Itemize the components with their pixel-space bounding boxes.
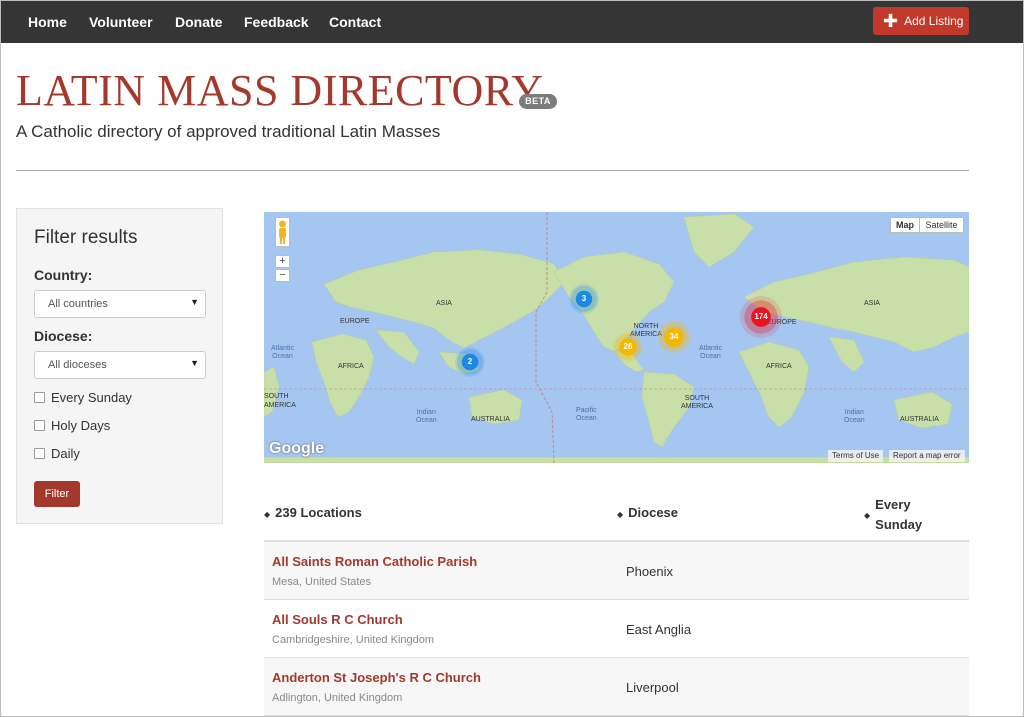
checkbox-label: Holy Days xyxy=(51,418,111,433)
map-label: Atlantic Ocean xyxy=(699,345,722,360)
page-title: LATIN MASS DIRECTORY xyxy=(16,66,544,115)
country-select[interactable]: All countries ▼ xyxy=(34,290,206,318)
map-label: Indian Ocean xyxy=(416,409,437,424)
map-cluster-marker[interactable]: 34 xyxy=(657,320,691,354)
table-header: ◆ 239 Locations ◆ Diocese ◆ Every Sunday xyxy=(264,489,969,542)
checkbox-every-sunday[interactable]: Every Sunday xyxy=(34,390,132,405)
location-name-link[interactable]: All Saints Roman Catholic Parish xyxy=(272,554,477,569)
nav-volunteer[interactable]: Volunteer xyxy=(89,14,153,30)
filter-panel: Filter results Country: All countries ▼ … xyxy=(16,208,223,524)
map-cluster-marker[interactable]: 3 xyxy=(569,284,599,314)
page-frame: Home Volunteer Donate Feedback Contact ✚… xyxy=(0,0,1024,717)
map-terms-link[interactable]: Terms of Use xyxy=(828,450,884,462)
map-label: AFRICA xyxy=(766,363,792,370)
location-name-link[interactable]: All Souls R C Church xyxy=(272,612,403,627)
zoom-in-button[interactable]: + xyxy=(275,255,290,268)
column-header-label: Every Sunday xyxy=(875,497,923,532)
map-label: ASIA xyxy=(436,300,452,307)
map-label: AUSTRALIA xyxy=(471,416,510,423)
street-view-pegman[interactable] xyxy=(275,217,290,247)
map-label: Indian Ocean xyxy=(844,409,865,424)
map-label: AMERICA xyxy=(264,402,296,409)
filter-title: Filter results xyxy=(34,227,138,248)
location-address: Cambridgeshire, United Kingdom xyxy=(272,634,435,646)
map-cluster-marker[interactable]: 174 xyxy=(740,296,782,338)
zoom-out-button[interactable]: − xyxy=(275,269,290,282)
map-label: AFRICA xyxy=(338,363,364,370)
checkbox-label: Every Sunday xyxy=(51,390,132,405)
map-label: AUSTRALIA xyxy=(900,416,939,423)
column-header-every-sunday[interactable]: ◆ Every Sunday xyxy=(864,495,922,535)
header-divider xyxy=(16,170,969,171)
caret-down-icon: ▼ xyxy=(190,297,199,307)
column-header-diocese[interactable]: ◆ Diocese xyxy=(617,505,678,520)
table-row: All Souls R C Church Cambridgeshire, Uni… xyxy=(264,600,969,658)
beta-badge: BETA xyxy=(519,94,557,109)
location-name-link[interactable]: Anderton St Joseph's R C Church xyxy=(272,670,481,685)
checkbox-input[interactable] xyxy=(34,420,45,431)
map-label: EUROPE xyxy=(340,318,370,325)
column-header-label: Diocese xyxy=(628,505,679,520)
map-cluster-marker[interactable]: 26 xyxy=(613,332,643,362)
column-header-label: 239 Locations xyxy=(275,505,362,520)
checkbox-input[interactable] xyxy=(34,392,45,403)
world-map[interactable]: + − Map Satellite ASIA EUROPE AFRICA AUS… xyxy=(264,212,969,463)
country-label: Country: xyxy=(34,267,93,283)
sort-icon: ◆ xyxy=(864,510,871,520)
nav-contact[interactable]: Contact xyxy=(329,14,381,30)
diocese-select[interactable]: All dioceses ▼ xyxy=(34,351,206,379)
map-label: ASIA xyxy=(864,300,880,307)
nav-home[interactable]: Home xyxy=(28,14,67,30)
location-diocese: Phoenix xyxy=(626,564,673,579)
map-label: Atlantic Ocean xyxy=(271,345,294,360)
diocese-select-value: All dioceses xyxy=(48,359,107,371)
map-label: SOUTH xyxy=(264,393,289,400)
checkbox-label: Daily xyxy=(51,446,80,461)
table-row: All Saints Roman Catholic Parish Mesa, U… xyxy=(264,542,969,600)
map-cluster-marker[interactable]: 2 xyxy=(455,347,485,377)
sort-icon: ◆ xyxy=(617,510,624,519)
map-type-satellite-button[interactable]: Satellite xyxy=(919,217,964,233)
map-label: SOUTH AMERICA xyxy=(681,395,713,410)
location-address: Adlington, United Kingdom xyxy=(272,692,403,704)
plus-icon: ✚ xyxy=(883,11,899,31)
location-address: Mesa, United States xyxy=(272,576,372,588)
diocese-label: Diocese: xyxy=(34,328,93,344)
checkbox-daily[interactable]: Daily xyxy=(34,446,80,461)
nav-feedback[interactable]: Feedback xyxy=(244,14,309,30)
pegman-icon xyxy=(279,220,286,244)
add-listing-label: Add Listing xyxy=(904,14,964,28)
google-logo: Google xyxy=(269,440,325,457)
table-row: Anderton St Joseph's R C Church Adlingto… xyxy=(264,658,969,716)
map-report-error-link[interactable]: Report a map error xyxy=(889,450,965,462)
page-tagline: A Catholic directory of approved traditi… xyxy=(16,122,441,141)
filter-button[interactable]: Filter xyxy=(34,481,80,507)
map-type-map-button[interactable]: Map xyxy=(890,217,920,233)
checkbox-input[interactable] xyxy=(34,448,45,459)
caret-down-icon: ▼ xyxy=(190,358,199,368)
nav-donate[interactable]: Donate xyxy=(175,14,222,30)
location-diocese: East Anglia xyxy=(626,622,692,637)
column-header-locations[interactable]: ◆ 239 Locations xyxy=(264,505,362,520)
top-navbar: Home Volunteer Donate Feedback Contact ✚… xyxy=(1,1,1023,43)
map-label: Pacific Ocean xyxy=(576,407,597,422)
sort-icon: ◆ xyxy=(264,510,271,519)
location-diocese: Liverpool xyxy=(626,680,679,695)
country-select-value: All countries xyxy=(48,298,108,310)
checkbox-holy-days[interactable]: Holy Days xyxy=(34,418,110,433)
add-listing-button[interactable]: ✚ Add Listing xyxy=(873,7,969,35)
